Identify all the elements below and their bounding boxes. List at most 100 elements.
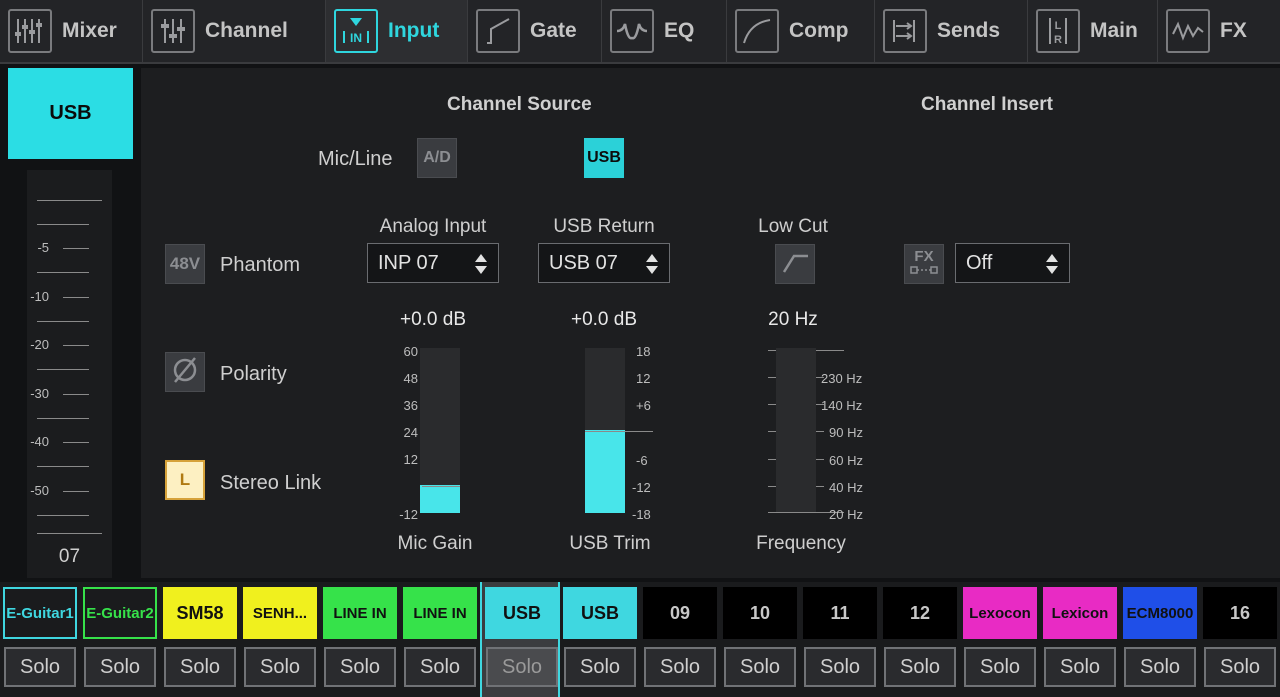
channel-strip-item[interactable]: SM58 Solo — [160, 582, 240, 697]
stereo-link-label: Stereo Link — [220, 472, 322, 494]
phantom-label: Phantom — [220, 254, 301, 276]
solo-button[interactable]: Solo — [644, 647, 716, 687]
channel-strip-item[interactable]: LINE IN Solo — [320, 582, 400, 697]
channel-name-button[interactable]: ECM8000 — [1123, 587, 1197, 639]
channel-strip-item[interactable]: 16 Solo — [1200, 582, 1280, 697]
channel-strip-item[interactable]: E-Guitar1 Solo — [0, 582, 80, 697]
tab-main[interactable]: LR Main — [1028, 0, 1158, 62]
channel-name-button[interactable]: 12 — [883, 587, 957, 639]
mic-gain-scale: 48 — [403, 371, 418, 386]
solo-button[interactable]: Solo — [164, 647, 236, 687]
usb-trim-scale: -18 — [632, 507, 651, 522]
channel-insert-heading: Channel Insert — [921, 94, 1053, 115]
channel-name-button[interactable]: USB — [563, 587, 637, 639]
usb-trim-scale: 12 — [636, 371, 651, 386]
channel-fader[interactable]: -5 -10 -20 -30 -40 -50 — [27, 170, 112, 578]
polarity-label: Polarity — [220, 363, 287, 385]
channel-name-button[interactable]: 09 — [643, 587, 717, 639]
tab-label: Channel — [205, 19, 288, 42]
phantom-48v-button[interactable]: 48V — [165, 244, 205, 284]
channel-strip-item[interactable]: 12 Solo — [880, 582, 960, 697]
tab-mixer[interactable]: Mixer — [0, 0, 143, 62]
input-icon-text: IN — [350, 31, 362, 45]
channel-strip-item[interactable]: USB Solo — [560, 582, 640, 697]
gate-icon — [476, 9, 520, 53]
stereo-link-button[interactable]: L — [165, 460, 205, 500]
insert-fx-select[interactable]: Off — [955, 243, 1070, 283]
usb-trim-scale: -12 — [632, 480, 651, 495]
fx-insert-button[interactable]: FX — [904, 244, 944, 284]
tab-sends[interactable]: Sends — [875, 0, 1028, 62]
channel-strip-item[interactable]: Lexicon Solo — [1040, 582, 1120, 697]
low-cut-scale: 230 Hz — [821, 371, 863, 386]
channel-strip-item[interactable]: 09 Solo — [640, 582, 720, 697]
tab-input[interactable]: IN Input — [326, 0, 468, 62]
low-cut-toggle[interactable] — [775, 244, 815, 284]
channel-name-button[interactable]: Lexicon — [1043, 587, 1117, 639]
solo-button[interactable]: Solo — [884, 647, 956, 687]
tab-eq[interactable]: EQ — [602, 0, 727, 62]
channel-name-button[interactable]: Lexocon — [963, 587, 1037, 639]
channel-name-button[interactable]: LINE IN — [323, 587, 397, 639]
tab-label: Gate — [530, 19, 577, 42]
solo-button[interactable]: Solo — [564, 647, 636, 687]
solo-button[interactable]: Solo — [964, 647, 1036, 687]
channel-name-button[interactable]: SENH... — [243, 587, 317, 639]
channel-strip-item[interactable]: ECM8000 Solo — [1120, 582, 1200, 697]
channel-strip-item[interactable]: LINE IN Solo — [400, 582, 480, 697]
channel-name-button[interactable]: LINE IN — [403, 587, 477, 639]
mic-gain-scale: 12 — [403, 452, 418, 467]
channel-name-button[interactable]: SM58 — [163, 587, 237, 639]
channel-name-button[interactable]: 11 — [803, 587, 877, 639]
low-cut-scale: 40 Hz — [829, 480, 863, 495]
low-cut-frequency-value: 20 Hz — [768, 309, 818, 330]
fader-scale-label: -10 — [30, 289, 49, 304]
channel-name-button[interactable]: E-Guitar2 — [83, 587, 157, 639]
usb-return-select[interactable]: USB 07 — [538, 243, 670, 283]
solo-button[interactable]: Solo — [724, 647, 796, 687]
main-icon: LR — [1036, 9, 1080, 53]
channel-strip-item[interactable]: USB Solo — [480, 582, 560, 697]
solo-button[interactable]: Solo — [1124, 647, 1196, 687]
fx-icon — [1166, 9, 1210, 53]
tab-fx[interactable]: FX — [1158, 0, 1280, 62]
tab-bar: Mixer Channel IN Input Gate EQ Comp Send… — [0, 0, 1280, 64]
polarity-button[interactable] — [165, 352, 205, 392]
solo-button[interactable]: Solo — [324, 647, 396, 687]
usb-source-button[interactable]: USB — [584, 138, 624, 178]
channel-name-button[interactable]: 16 — [1203, 587, 1277, 639]
solo-button[interactable]: Solo — [4, 647, 76, 687]
channel-strip-item[interactable]: Lexocon Solo — [960, 582, 1040, 697]
svg-text:L: L — [1055, 20, 1062, 32]
high-pass-filter-icon — [780, 248, 810, 281]
mixer-icon — [8, 9, 52, 53]
channel-name-button[interactable]: USB — [485, 587, 559, 639]
channel-name-button[interactable]: 10 — [723, 587, 797, 639]
tab-gate[interactable]: Gate — [468, 0, 602, 62]
usb-trim-scale: -6 — [636, 453, 648, 468]
solo-button[interactable]: Solo — [84, 647, 156, 687]
source-usb-button[interactable]: USB — [8, 68, 133, 159]
solo-button[interactable]: Solo — [244, 647, 316, 687]
mic-gain-scale: 36 — [403, 398, 418, 413]
channel-icon — [151, 9, 195, 53]
channel-strip-item[interactable]: SENH... Solo — [240, 582, 320, 697]
solo-button[interactable]: Solo — [1044, 647, 1116, 687]
polarity-icon — [170, 355, 200, 390]
analog-input-select[interactable]: INP 07 — [367, 243, 499, 283]
fader-scale-label: -5 — [37, 240, 49, 255]
usb-trim-scale: +6 — [636, 398, 651, 413]
solo-button[interactable]: Solo — [1204, 647, 1276, 687]
tab-channel[interactable]: Channel — [143, 0, 326, 62]
solo-button[interactable]: Solo — [486, 647, 558, 687]
solo-button[interactable]: Solo — [804, 647, 876, 687]
channel-strip-item[interactable]: E-Guitar2 Solo — [80, 582, 160, 697]
ad-source-button[interactable]: A/D — [417, 138, 457, 178]
channel-name-button[interactable]: E-Guitar1 — [3, 587, 77, 639]
tab-label: Main — [1090, 19, 1138, 42]
channel-strip-item[interactable]: 11 Solo — [800, 582, 880, 697]
spinner-arrows-icon — [646, 254, 658, 274]
channel-strip-item[interactable]: 10 Solo — [720, 582, 800, 697]
solo-button[interactable]: Solo — [404, 647, 476, 687]
tab-comp[interactable]: Comp — [727, 0, 875, 62]
